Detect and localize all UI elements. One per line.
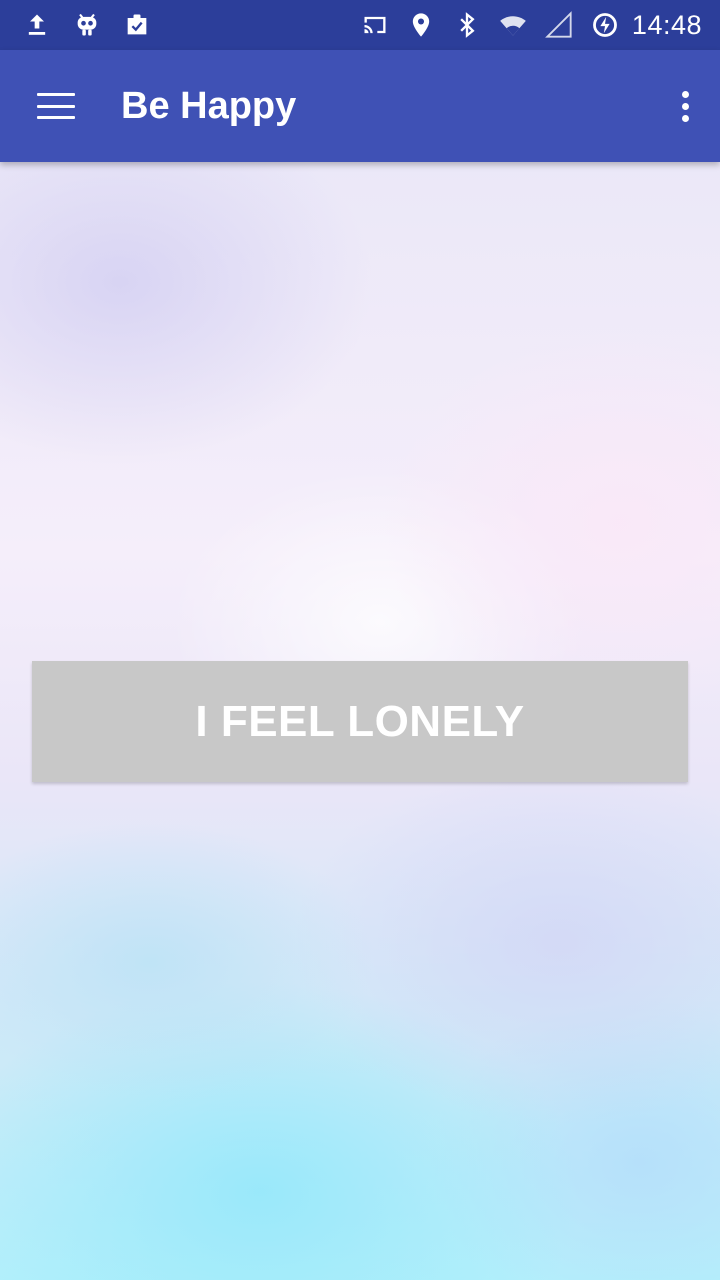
status-left-icons <box>22 10 172 40</box>
more-vert-icon <box>681 90 689 98</box>
battery-charging-icon <box>590 10 620 40</box>
upload-icon <box>22 10 52 40</box>
status-time: 14:48 <box>631 9 702 40</box>
wifi-icon <box>498 10 528 40</box>
cast-icon <box>360 10 390 40</box>
i-feel-lonely-button[interactable]: I FEEL LONELY <box>32 661 688 782</box>
status-right-icons: 14:48 <box>344 10 702 41</box>
navigation-menu-button[interactable] <box>0 50 112 162</box>
hamburger-menu-icon <box>37 93 75 119</box>
clipboard-check-icon <box>122 10 152 40</box>
bluetooth-icon <box>452 10 482 40</box>
app-bar: Be Happy <box>0 50 720 162</box>
cell-signal-icon <box>544 10 574 40</box>
more-options-button[interactable] <box>650 50 720 162</box>
location-icon <box>406 10 436 40</box>
status-bar: 14:48 <box>0 0 720 50</box>
app-title: Be Happy <box>121 84 297 127</box>
android-debug-icon <box>72 10 102 40</box>
